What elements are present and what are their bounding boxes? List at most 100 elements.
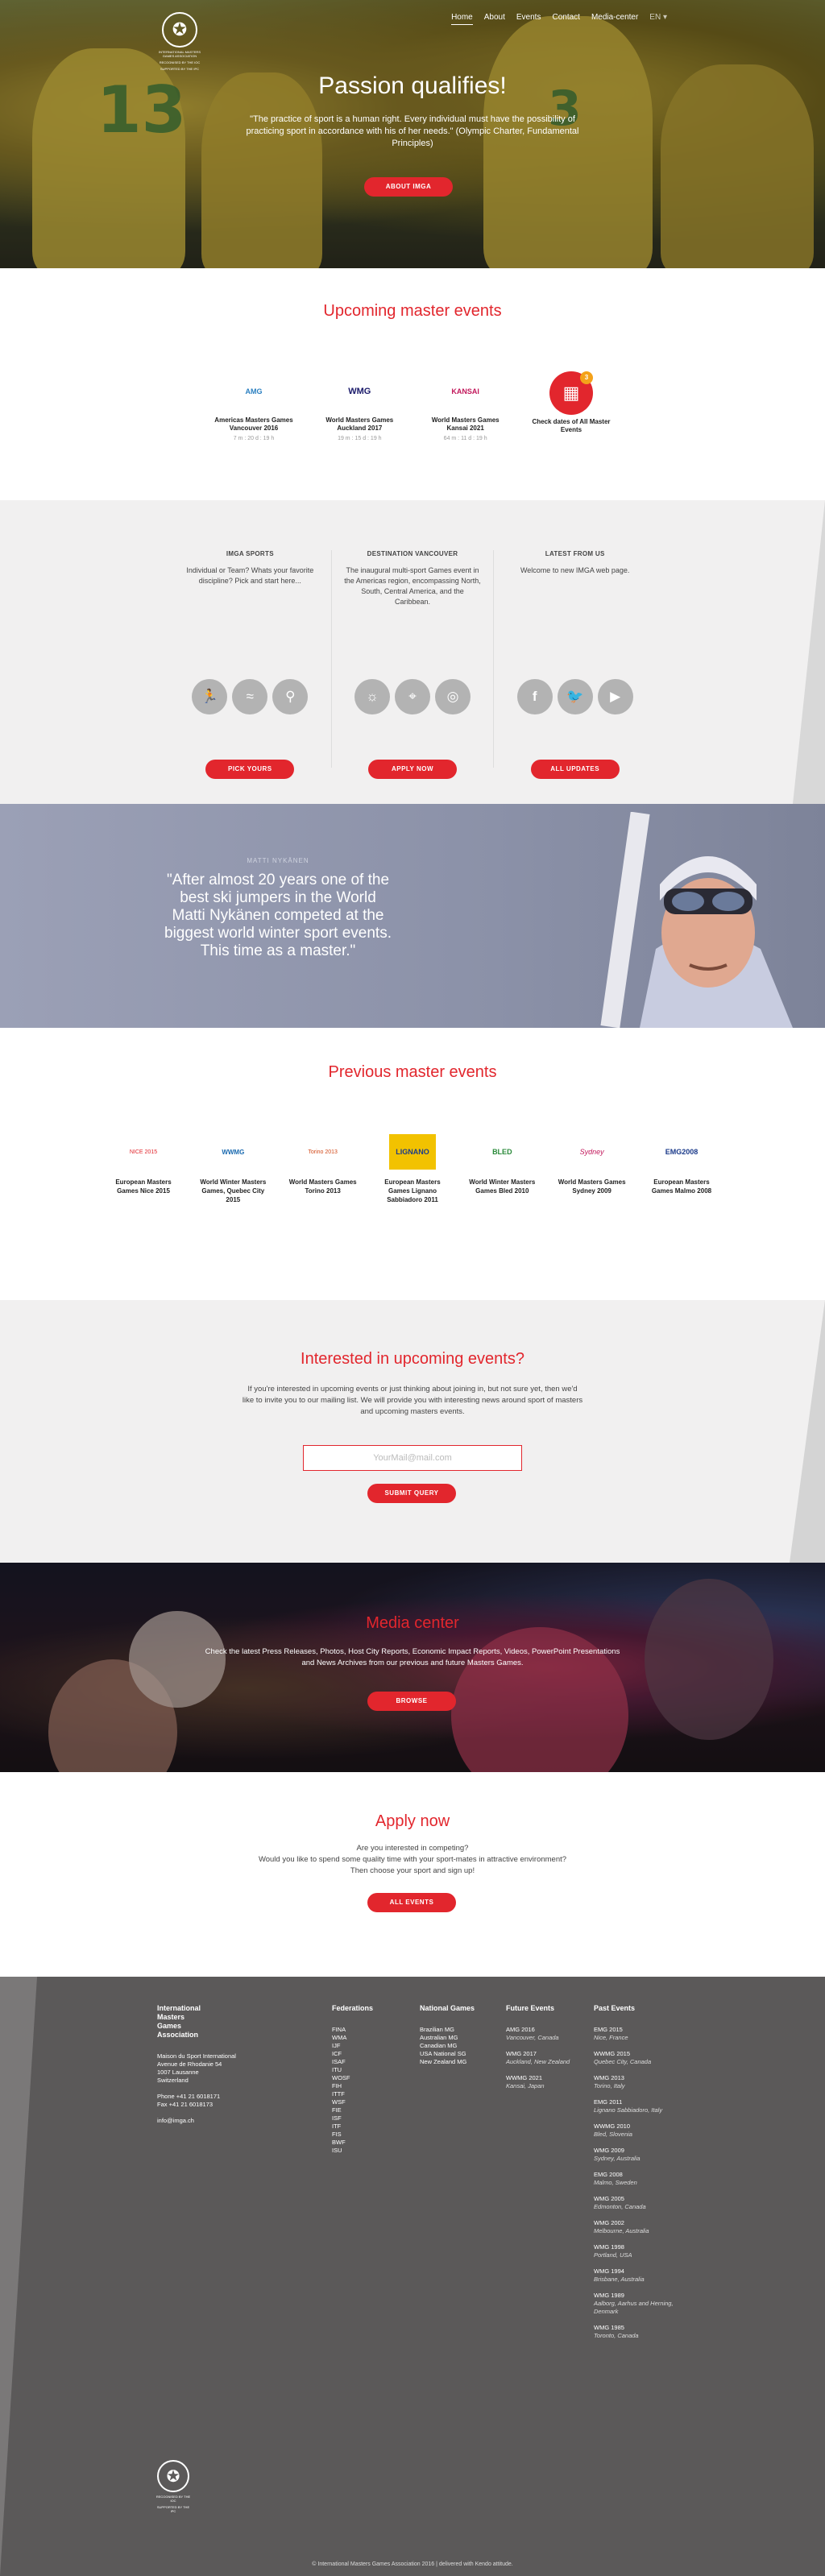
all-events-calendar-item[interactable]: ▦ 3 Check dates of All Master Events — [527, 371, 616, 441]
previous-events-list: NICE 2015 European Masters Games Nice 20… — [105, 1131, 720, 1204]
past-event-link[interactable]: EMG 2008 Malmo, Sweden — [594, 2171, 674, 2187]
info-section: IMGA SPORTS Individual or Team? Whats yo… — [0, 500, 825, 804]
run-icon[interactable]: 🏃 — [192, 679, 228, 714]
main-nav: Home About Events Contact Media-center E… — [451, 13, 667, 25]
nav-home[interactable]: Home — [451, 13, 473, 25]
previous-event-item[interactable]: LIGNANO European Masters Games Lignano S… — [374, 1131, 451, 1204]
future-event-link[interactable]: AMG 2016 Vancouver, Canada — [506, 2026, 587, 2042]
youtube-icon[interactable]: ▶ — [597, 679, 633, 714]
all-updates-button[interactable]: ALL UPDATES — [530, 760, 620, 779]
browse-button[interactable]: BROWSE — [367, 1692, 456, 1711]
past-event-link[interactable]: EMG 2015 Nice, France — [594, 2026, 674, 2042]
national-games-link[interactable]: USA National SG — [420, 2050, 500, 2058]
upcoming-events-section: Upcoming master events AMG Americas Mast… — [0, 268, 825, 500]
past-event-link[interactable]: WMG 1998 Portland, USA — [594, 2243, 674, 2259]
lifebuoy-icon[interactable]: ◎ — [435, 679, 471, 714]
location-icon[interactable]: ⌖ — [395, 679, 430, 714]
swim-icon[interactable]: ≈ — [232, 679, 268, 714]
federation-link[interactable]: FIS — [332, 2131, 404, 2139]
past-event-link[interactable]: EMG 2011 Lignano Sabbiadoro, Italy — [594, 2098, 674, 2114]
footer-imga-logo[interactable]: ✪ Recognised by the IOC Supported by the… — [155, 2460, 191, 2513]
previous-event-item[interactable]: EMG2008 European Masters Games Malmo 200… — [643, 1131, 720, 1204]
email-input[interactable]: YourMail@mail.com — [303, 1445, 522, 1471]
about-imga-button[interactable]: ABOUT IMGA — [364, 177, 453, 197]
federation-link[interactable]: BWF — [332, 2139, 404, 2147]
bike-icon[interactable]: ⚲ — [272, 679, 309, 714]
upcoming-event-item[interactable]: AMG Americas Masters Games Vancouver 201… — [209, 371, 298, 441]
language-selector[interactable]: EN ▾ — [649, 13, 667, 25]
latest-from-us-column: LATEST FROM US Welcome to new IMGA web p… — [494, 550, 656, 779]
apply-text: Are you interested in competing? Would y… — [201, 1843, 624, 1877]
footer-phone: Phone +41 21 6018171 — [157, 2093, 221, 2100]
past-event-link[interactable]: WMG 2005 Edmonton, Canada — [594, 2195, 674, 2211]
footer-logo-ipc-text: Supported by the IPC — [156, 2505, 190, 2513]
wwmg-quebec-logo: WWMG — [222, 1148, 245, 1156]
twitter-icon[interactable]: 🐦 — [557, 679, 593, 714]
past-event-link[interactable]: WMG 1985 Toronto, Canada — [594, 2324, 674, 2340]
past-event-link[interactable]: WWMG 2010 Bled, Slovenia — [594, 2123, 674, 2139]
previous-event-item[interactable]: NICE 2015 European Masters Games Nice 20… — [105, 1131, 182, 1204]
federation-link[interactable]: ITF — [332, 2123, 404, 2131]
federation-link[interactable]: FINA — [332, 2026, 404, 2034]
previous-event-item[interactable]: WWMG World Winter Masters Games, Quebec … — [194, 1131, 272, 1204]
past-event-link[interactable]: WMG 2013 Torino, Italy — [594, 2074, 674, 2090]
previous-event-item[interactable]: Sydney World Masters Games Sydney 2009 — [553, 1131, 631, 1204]
federation-link[interactable]: ISU — [332, 2147, 404, 2155]
previous-event-item[interactable]: Torino 2013 World Masters Games Torino 2… — [284, 1131, 362, 1204]
nav-contact[interactable]: Contact — [552, 13, 579, 25]
past-event-link[interactable]: WMG 1994 Brisbane, Australia — [594, 2267, 674, 2284]
federation-link[interactable]: WMA — [332, 2034, 404, 2042]
copyright-text: © International Masters Games Associatio… — [312, 2562, 513, 2567]
apply-line: Would you like to spend some quality tim… — [258, 1855, 567, 1864]
federation-link[interactable]: FIE — [332, 2106, 404, 2114]
future-event-link[interactable]: WWMG 2021 Kansai, Japan — [506, 2074, 587, 2090]
event-name: European Masters Games Malmo 2008 — [651, 1178, 712, 1195]
sun-icon[interactable]: ☼ — [354, 679, 390, 714]
nav-about[interactable]: About — [484, 13, 505, 25]
federation-link[interactable]: ISAF — [332, 2058, 404, 2066]
wmg-kansai-logo: KANSAI — [451, 387, 479, 396]
footer-email-link[interactable]: info@imga.ch — [157, 2117, 254, 2125]
upcoming-event-item[interactable]: WMG World Masters Games Auckland 2017 19… — [315, 371, 404, 441]
imga-logo[interactable]: ✪ International Masters Games Associatio… — [155, 12, 204, 71]
all-events-button[interactable]: ALL EVENTS — [367, 1893, 456, 1912]
federation-link[interactable]: ICF — [332, 2050, 404, 2058]
event-name: European Masters Games Lignano Sabbiador… — [384, 1178, 441, 1203]
past-event-link[interactable]: WMG 2002 Melbourne, Australia — [594, 2219, 674, 2235]
national-games-link[interactable]: Brazilian MG — [420, 2026, 500, 2034]
federation-link[interactable]: IJF — [332, 2042, 404, 2050]
calendar-icon[interactable]: ▦ 3 — [549, 371, 593, 415]
previous-event-item[interactable]: BLED World Winter Masters Games Bled 201… — [463, 1131, 541, 1204]
logo-text: International Masters Games Association — [158, 50, 201, 58]
national-games-link[interactable]: New Zealand MG — [420, 2058, 500, 2066]
future-event-link[interactable]: WMG 2017 Auckland, New Zealand — [506, 2050, 587, 2066]
federation-link[interactable]: WSF — [332, 2098, 404, 2106]
footer-contact-column: International Masters Games Association Mai… — [157, 2004, 254, 2125]
past-event-link[interactable]: WMG 1989 Aalborg, Aarhus and Herning, Den… — [594, 2292, 674, 2316]
federation-link[interactable]: ISF — [332, 2114, 404, 2123]
apply-now-button[interactable]: APPLY NOW — [368, 760, 457, 779]
testimonial-quote: "After almost 20 years one of the best s… — [164, 872, 392, 959]
federation-link[interactable]: ITU — [332, 2066, 404, 2074]
national-games-link[interactable]: Canadian MG — [420, 2042, 500, 2050]
federation-link[interactable]: ITTF — [332, 2090, 404, 2098]
past-event-link[interactable]: WMG 2009 Sydney, Australia — [594, 2147, 674, 2163]
apply-title: Apply now — [375, 1812, 450, 1830]
national-games-link[interactable]: Australian MG — [420, 2034, 500, 2042]
nav-media-center[interactable]: Media-center — [591, 13, 638, 25]
imga-emblem-icon: ✪ — [162, 12, 197, 48]
past-event-link[interactable]: WWMG 2015 Quebec City, Canada — [594, 2050, 674, 2066]
event-count-badge: 3 — [579, 371, 593, 384]
federation-link[interactable]: FIH — [332, 2082, 404, 2090]
emg-nice-logo: NICE 2015 — [129, 1149, 158, 1155]
federation-link[interactable]: WOSF — [332, 2074, 404, 2082]
pick-yours-button[interactable]: PICK YOURS — [205, 760, 295, 779]
upcoming-event-item[interactable]: KANSAI World Masters Games Kansai 2021 6… — [421, 371, 510, 441]
facebook-icon[interactable]: f — [516, 679, 553, 714]
newsletter-text: If you're interested in upcoming events … — [242, 1385, 583, 1416]
event-name: World Masters Games Torino 2013 — [288, 1178, 357, 1195]
submit-query-button[interactable]: SUBMIT QUERY — [367, 1484, 456, 1503]
decorative-stripe — [790, 1300, 825, 1563]
imga-emblem-icon: ✪ — [157, 2460, 189, 2492]
nav-events[interactable]: Events — [516, 13, 541, 25]
